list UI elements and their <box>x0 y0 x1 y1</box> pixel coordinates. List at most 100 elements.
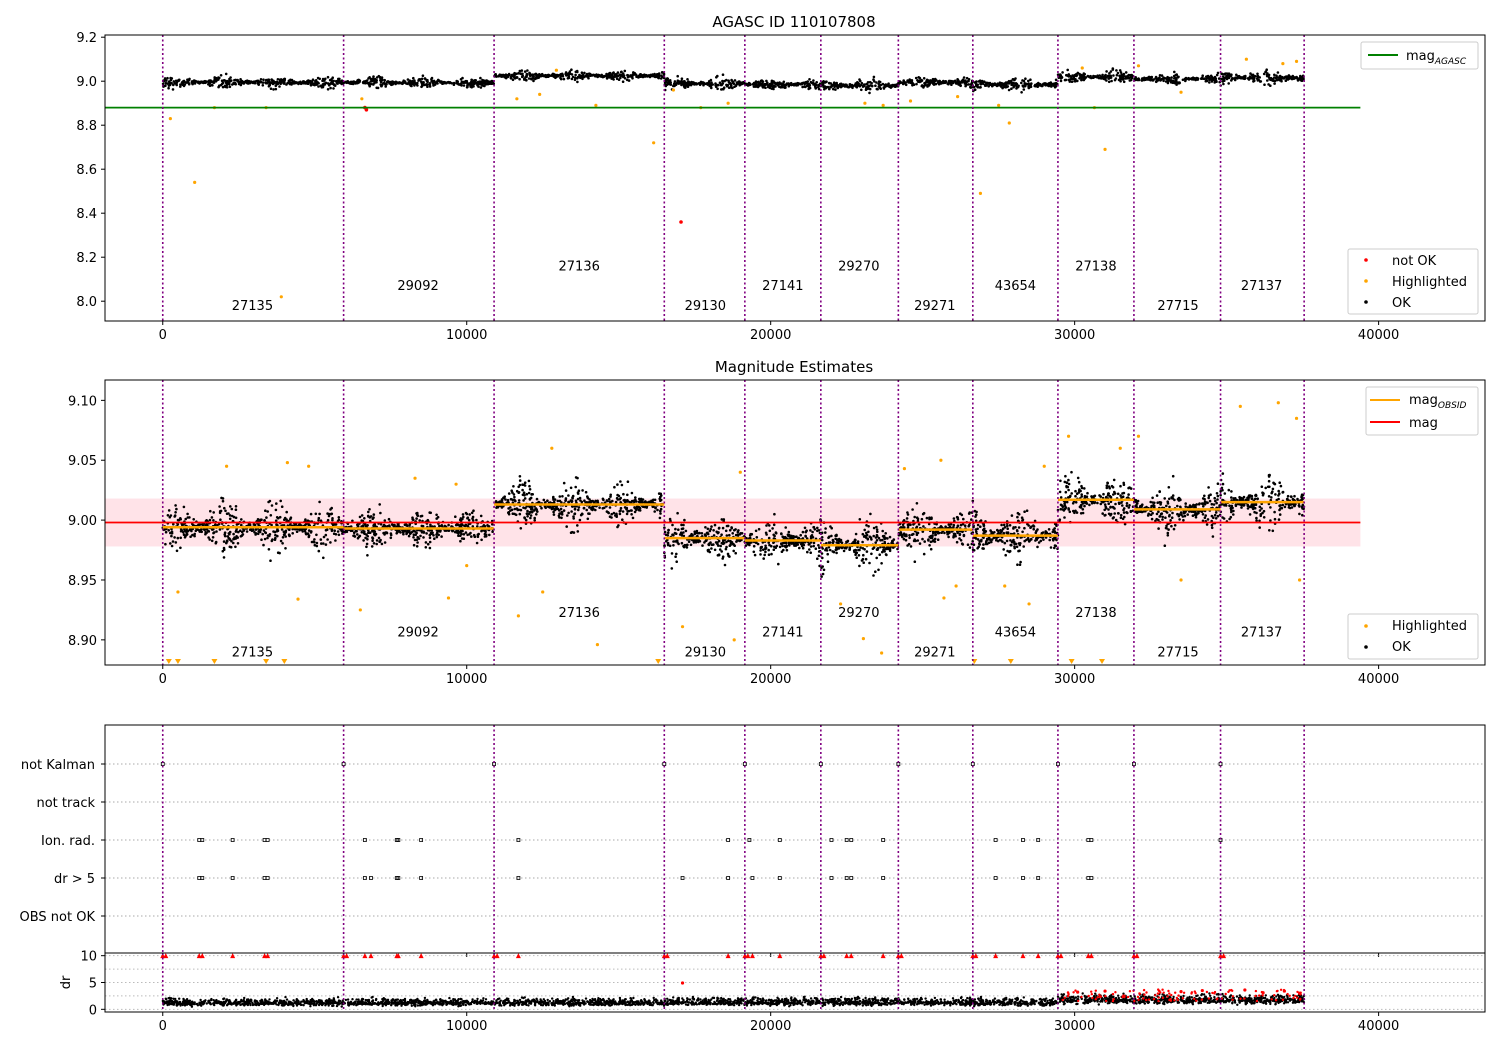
panel2-ok-point <box>760 545 764 549</box>
panel2-ok-point <box>235 523 239 526</box>
panel1-ok-point <box>600 74 603 78</box>
panel2-ok-point <box>673 531 677 535</box>
panel1-ok-point <box>800 82 803 85</box>
panel1-ok-point <box>1015 87 1018 90</box>
panel2-ok-point <box>248 528 252 532</box>
panel2-ok-point <box>389 533 393 537</box>
panel1-ok-point <box>576 80 579 84</box>
panel2-ok-point <box>211 528 214 531</box>
panel2-ok-point <box>523 497 527 500</box>
panel1-ok-point <box>1027 86 1031 90</box>
panel2-ok-point <box>318 500 321 504</box>
panel1-ok-point <box>853 83 857 87</box>
panel2-ok-point <box>517 508 520 512</box>
panel1-ok-point <box>174 79 178 83</box>
panel1-ok-point <box>192 79 196 82</box>
panel1-ok-point <box>1022 88 1026 91</box>
panel2-ok-point <box>874 570 877 573</box>
panel1-ok-point <box>676 79 680 82</box>
panel1-ok-point <box>876 87 879 91</box>
panel1-ok-point <box>845 84 848 87</box>
panel1-ok-point <box>1084 76 1087 80</box>
panel1-ok-point <box>518 77 521 81</box>
panel1-ok-point <box>1150 75 1154 79</box>
panel1-ok-point <box>217 76 220 79</box>
panel1-ok-point <box>668 79 672 82</box>
panel2-ok-point <box>528 498 532 501</box>
panel2-ok-point <box>365 542 369 546</box>
panel2-ok-point <box>723 563 727 567</box>
panel2-ok-point <box>770 552 773 556</box>
panel1-ok-point <box>808 78 811 81</box>
panel1-highlighted-point <box>554 68 558 72</box>
panel1-ok-point <box>477 81 481 85</box>
panel1-ok-point <box>375 76 379 79</box>
panel2-ok-point <box>320 542 323 545</box>
panel2-ok-point <box>675 552 678 556</box>
panel2-ok-point <box>170 534 173 538</box>
panel2-ok-point <box>457 532 460 535</box>
panel1-ok-point <box>410 84 413 88</box>
panel2-ok-point <box>380 542 384 546</box>
panel1-ok-point <box>261 84 265 87</box>
panel2-ok-point <box>483 532 487 536</box>
panel2-ok-point <box>740 532 744 535</box>
panel1-ok-point <box>413 79 416 82</box>
panel1-ok-point <box>511 78 515 82</box>
panel1-y-tick-label: 8.0 <box>76 295 97 310</box>
panel2-ok-point <box>425 532 428 535</box>
panel2-ok-point <box>486 524 489 527</box>
panel2-ok-point <box>863 535 867 538</box>
panel2-ok-point <box>295 530 299 533</box>
panel2-ok-point <box>615 496 619 500</box>
panel1-ok-point <box>779 86 782 89</box>
panel2-ok-point <box>690 532 693 536</box>
panel1-ok-point <box>1146 78 1150 81</box>
panel2-ok-point <box>808 548 811 551</box>
panel1-ok-point <box>965 76 969 80</box>
panel2-ok-point <box>358 515 362 519</box>
panel1-ok-point <box>1128 79 1132 82</box>
panel1-ok-point <box>1203 77 1206 80</box>
panel2-ok-point <box>459 539 462 543</box>
panel2-ok-point <box>660 494 663 497</box>
panel1-ok-point <box>860 88 863 92</box>
panel2-ok-point <box>521 483 524 487</box>
panel2-ok-point <box>210 539 214 543</box>
panel1-ok-point <box>291 81 295 84</box>
panel1-ok-point <box>1222 75 1225 78</box>
panel1-ok-point <box>668 83 672 86</box>
panel2-ok-point <box>469 531 472 535</box>
panel2-ok-point <box>365 533 368 536</box>
panel2-ok-point <box>357 535 361 539</box>
panel1-ok-point <box>179 83 182 86</box>
panel2-ok-point <box>567 500 571 504</box>
panel2-ok-point <box>211 536 215 539</box>
panel2-ok-point <box>573 512 577 515</box>
panel2-ok-point <box>617 524 620 527</box>
panel2-ok-point <box>716 531 720 535</box>
panel1-ok-point <box>967 79 970 83</box>
panel2-ok-point <box>784 526 787 529</box>
panel2-ok-point <box>561 495 564 498</box>
panel1-ok-point <box>466 85 469 88</box>
panel2-ok-point <box>848 546 852 549</box>
panel1-ok-point <box>754 80 758 84</box>
panel1-ok-point <box>1238 76 1242 80</box>
panel2-ok-point <box>875 533 879 537</box>
panel2-ok-point <box>464 524 467 528</box>
panel1-ok-point <box>990 84 994 88</box>
panel1-ok-point <box>311 82 314 86</box>
panel2-ok-point <box>732 549 735 553</box>
panel1-ok-point <box>1228 75 1231 78</box>
panel1-ok-point <box>244 81 248 84</box>
panel2-ok-point <box>225 512 229 515</box>
panel2-ok-point <box>764 546 768 550</box>
panel2-ok-point <box>659 512 662 515</box>
panel1-ok-point <box>264 81 267 84</box>
panel2-ok-point <box>621 510 625 513</box>
panel2-ok-point <box>768 529 772 533</box>
panel1-ok-point <box>1148 78 1152 82</box>
panel1-highlighted-point <box>671 88 676 92</box>
panel1-highlighted-point <box>1136 64 1141 68</box>
